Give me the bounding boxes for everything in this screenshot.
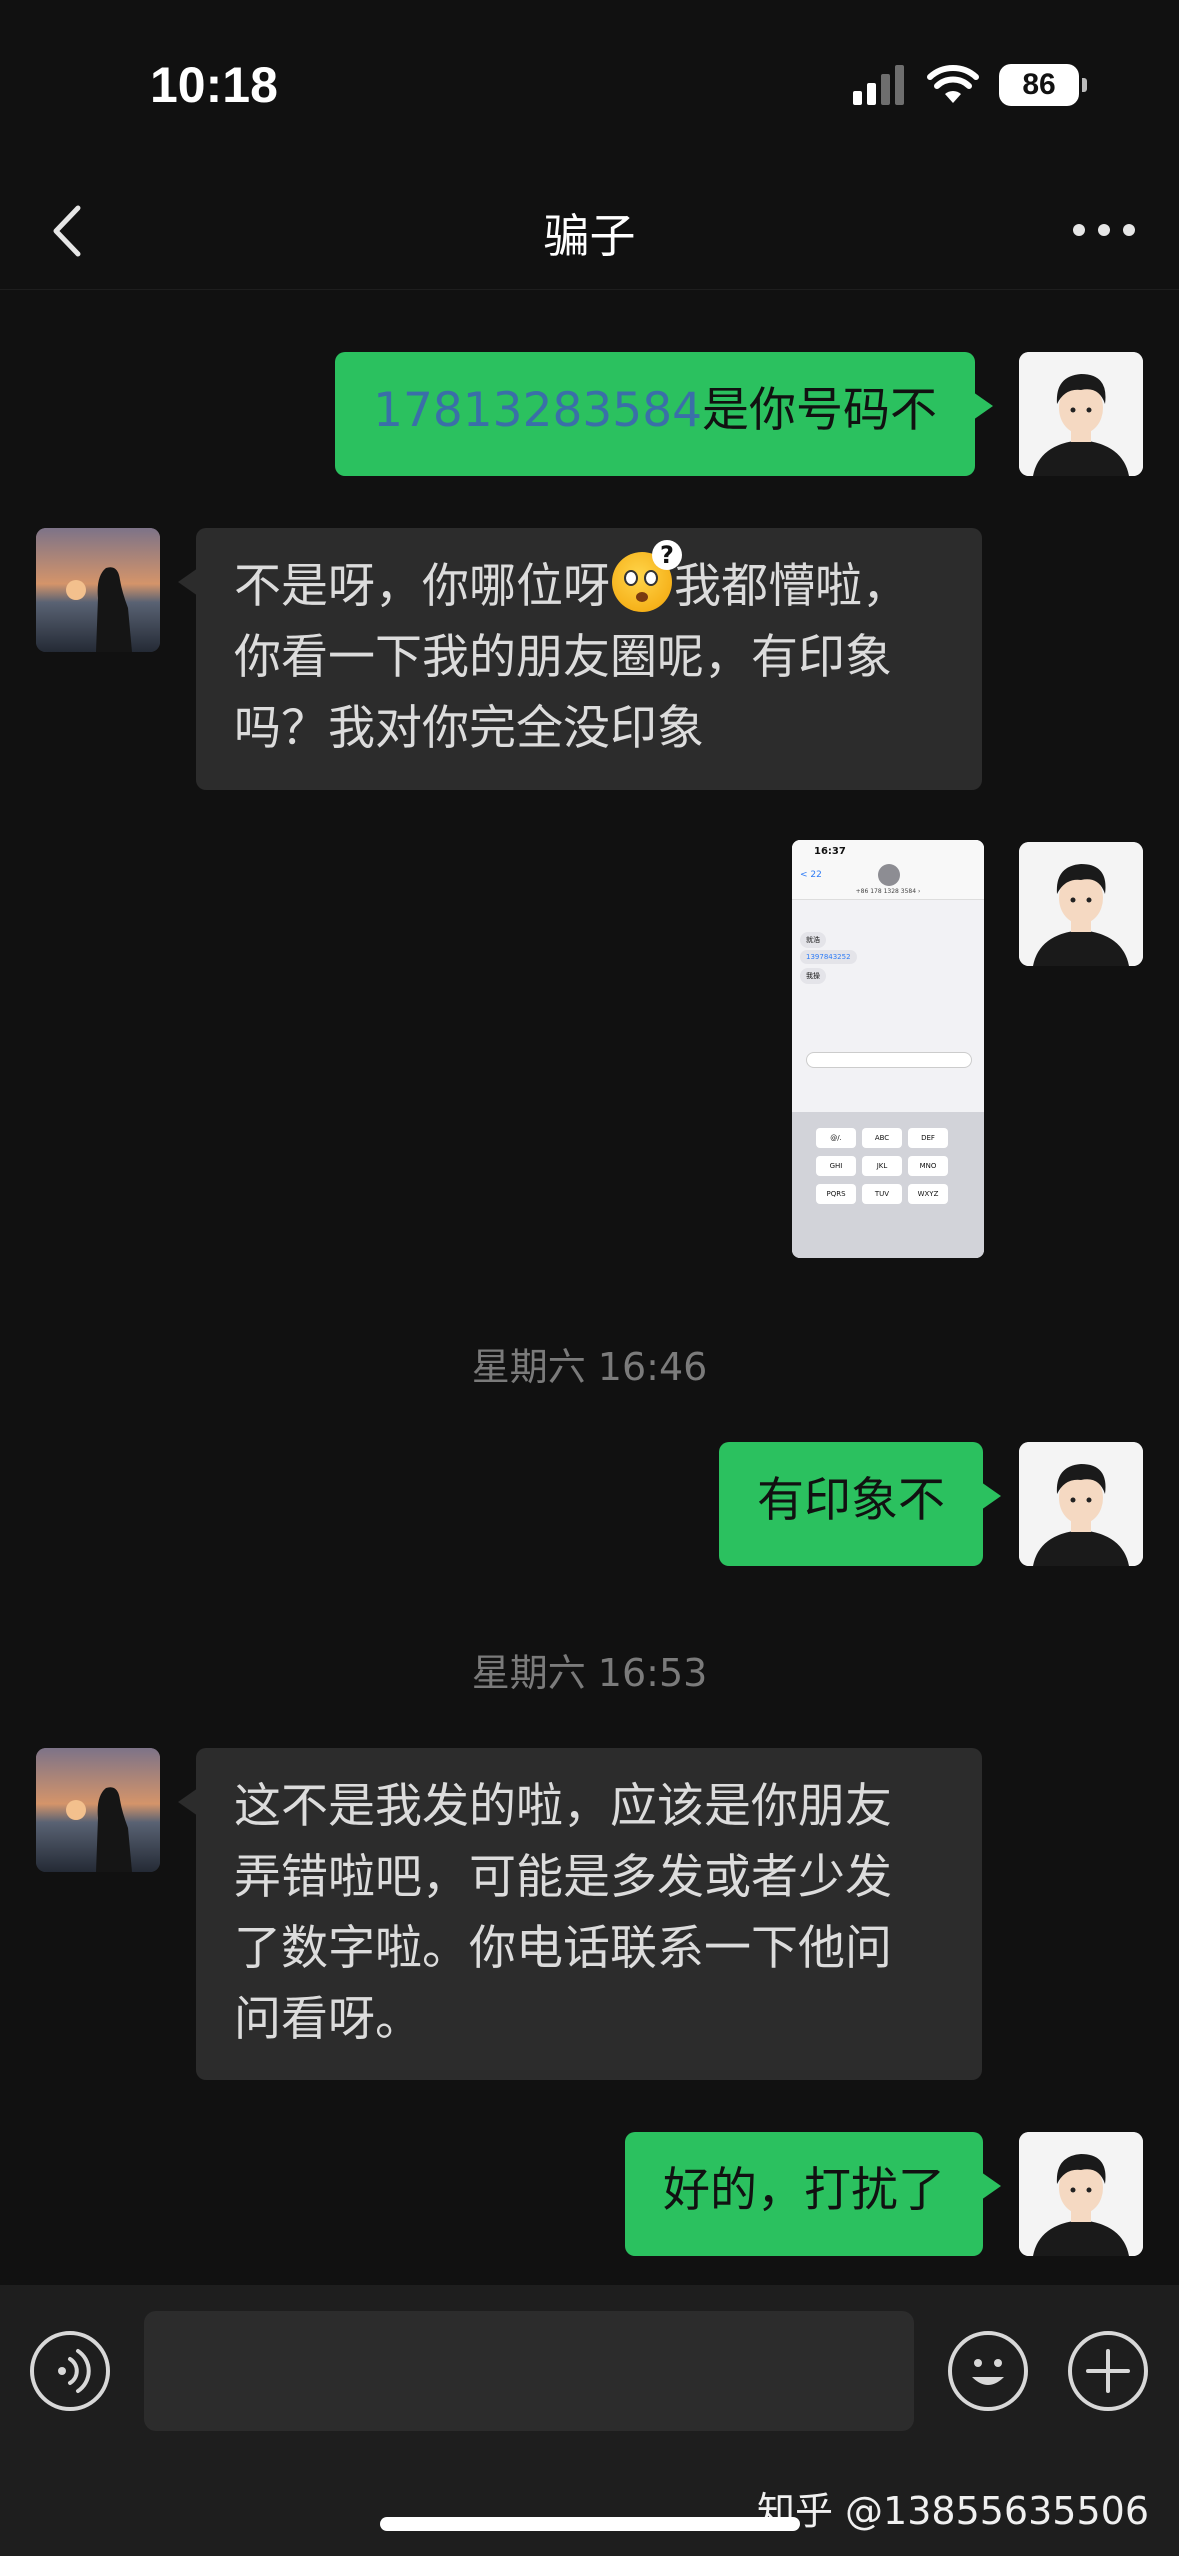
male-avatar-icon (1019, 352, 1143, 476)
kb-key: WXYZ (908, 1184, 948, 1204)
battery-indicator: 86 (999, 64, 1087, 106)
female-silhouette-avatar-icon (36, 1748, 160, 1872)
message-text: 吗？我对你完全没印象 (234, 701, 704, 756)
status-icons: 86 (853, 62, 1087, 108)
emoji-button[interactable] (948, 2331, 1028, 2411)
male-avatar-icon (1019, 2132, 1143, 2256)
kb-key: @/. (816, 1128, 856, 1148)
contact-avatar[interactable] (36, 528, 160, 652)
chat-header: 骗子 (0, 170, 1179, 290)
message-text: 有印象不 (757, 1473, 945, 1528)
screenshot-time: 16:37 (814, 846, 846, 857)
plus-icon (1086, 2349, 1130, 2393)
voice-icon (58, 2349, 91, 2393)
message-input[interactable] (144, 2311, 914, 2431)
kb-key: ABC (862, 1128, 902, 1148)
incoming-message[interactable]: 这不是我发的啦，应该是你朋友 弄错啦吧，可能是多发或者少发 了数字啦。你电话联系… (178, 1748, 982, 2080)
male-avatar-icon (1019, 1442, 1143, 1566)
kb-key: PQRS (816, 1184, 856, 1204)
screenshot-input (806, 1052, 972, 1068)
message-text: 好的，打扰了 (663, 2163, 945, 2218)
my-avatar[interactable] (1019, 2132, 1143, 2256)
my-avatar[interactable] (1019, 352, 1143, 476)
screenshot-back: < 22 (800, 870, 822, 880)
confused-face-emoji-icon: ? (612, 540, 682, 612)
screenshot-header: 16:37 < 22 +86 178 1328 3584 › (792, 840, 984, 900)
more-button[interactable] (1069, 200, 1139, 260)
my-avatar[interactable] (1019, 842, 1143, 966)
outgoing-message[interactable]: 17813283584是你号码不 (335, 352, 993, 476)
message-text: 弄错啦吧，可能是多发或者少发 (234, 1850, 892, 1905)
message-text: 不是呀，你哪位呀 (234, 559, 610, 614)
message-text: 这不是我发的啦，应该是你朋友 (234, 1779, 892, 1834)
input-bar: 知乎 @13855635506 (0, 2285, 1179, 2556)
my-avatar[interactable] (1019, 1442, 1143, 1566)
outgoing-message[interactable]: 有印象不 (719, 1442, 1001, 1566)
wifi-icon (927, 65, 979, 103)
incoming-message[interactable]: 不是呀，你哪位呀? 我都懵啦， 你看一下我的朋友圈呢，有印象 吗？我对你完全没印象 (178, 528, 982, 790)
phone-number-link[interactable]: 17813283584 (373, 383, 702, 438)
smiley-icon (972, 2359, 1004, 2385)
message-text: 是你号码不 (702, 383, 937, 438)
watermark: 知乎 @13855635506 (756, 2489, 1149, 2533)
screenshot-contact-icon (878, 864, 900, 886)
cellular-signal-icon (853, 65, 904, 105)
screenshot-msg: 我操 (800, 968, 826, 984)
sms-screenshot-image[interactable]: 16:37 < 22 +86 178 1328 3584 › 就浩 139784… (792, 840, 984, 1258)
screenshot-keyboard: @/. ABC DEF GHI JKL MNO PQRS TUV WXYZ (792, 1112, 984, 1258)
message-text: 你看一下我的朋友圈呢，有印象 (234, 630, 892, 685)
message-text: 问看呀。 (234, 1992, 422, 2047)
chat-area[interactable]: 17813283584是你号码不 不是呀，你哪位呀? 我都懵啦， 你看一下我的朋友… (0, 290, 1179, 2285)
timestamp: 星期六 16:53 (471, 1651, 708, 1695)
screenshot-msg: 1397843252 (800, 950, 857, 964)
status-time: 10:18 (150, 57, 278, 113)
chat-title: 骗子 (543, 209, 636, 263)
female-silhouette-avatar-icon (36, 528, 160, 652)
screenshot-number: +86 178 1328 3584 › (855, 888, 921, 895)
message-text: 了数字啦。你电话联系一下他问 (234, 1921, 892, 1976)
kb-key: DEF (908, 1128, 948, 1148)
plus-button[interactable] (1068, 2331, 1148, 2411)
voice-button[interactable] (30, 2331, 110, 2411)
kb-key: GHI (816, 1156, 856, 1176)
male-avatar-icon (1019, 842, 1143, 966)
timestamp: 星期六 16:46 (471, 1345, 708, 1389)
home-indicator[interactable] (380, 2517, 800, 2531)
kb-key: MNO (908, 1156, 948, 1176)
more-dots-icon (1073, 224, 1135, 236)
kb-key: JKL (862, 1156, 902, 1176)
kb-key: TUV (862, 1184, 902, 1204)
status-bar: 10:18 86 (0, 0, 1179, 170)
contact-avatar[interactable] (36, 1748, 160, 1872)
screenshot-msg: 就浩 (800, 932, 826, 948)
message-text: 我都懵啦， (674, 559, 909, 614)
outgoing-message[interactable]: 好的，打扰了 (625, 2132, 1001, 2256)
